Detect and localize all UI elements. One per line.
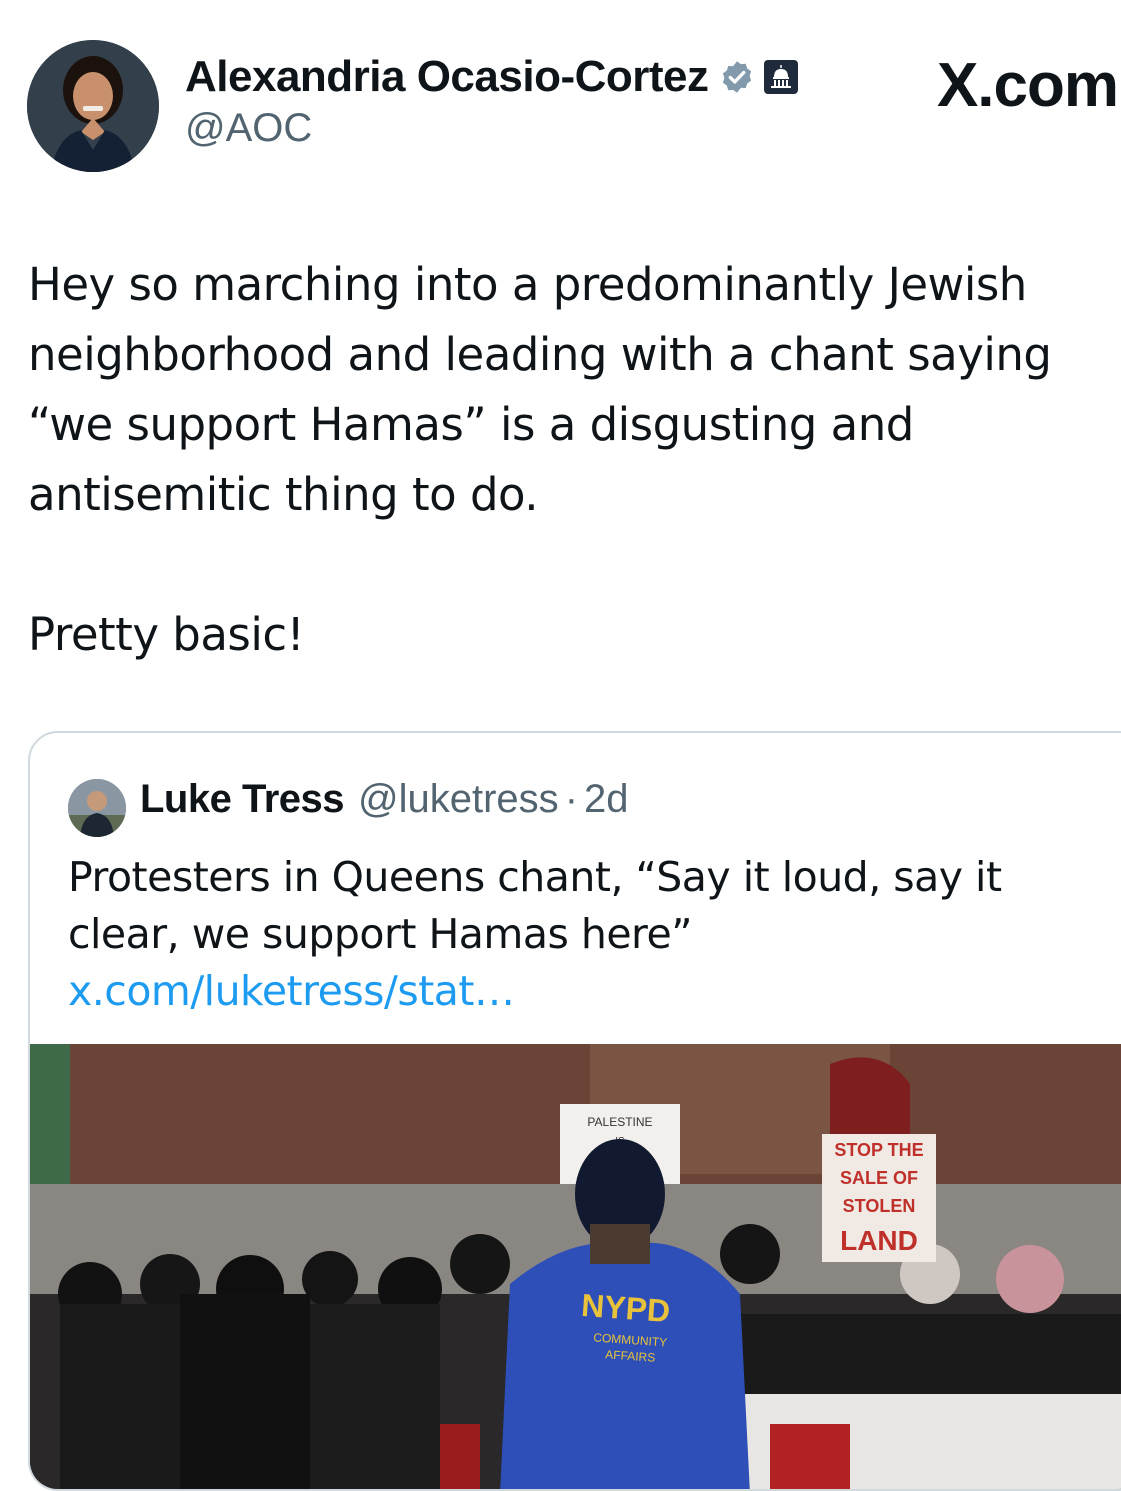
quoted-timestamp[interactable]: 2d bbox=[584, 777, 629, 822]
author-avatar[interactable] bbox=[27, 40, 159, 172]
media-sign-left: PALESTINE bbox=[587, 1115, 652, 1129]
quoted-text: Protesters in Queens chant, “Say it loud… bbox=[68, 853, 1002, 958]
svg-text:LAND: LAND bbox=[840, 1225, 918, 1256]
quoted-link[interactable]: x.com/luketress/stat… bbox=[68, 967, 515, 1015]
quoted-author-name[interactable]: Luke Tress bbox=[140, 777, 345, 822]
quoted-text-block: Protesters in Queens chant, “Say it loud… bbox=[68, 849, 1078, 1020]
svg-text:STOP THE: STOP THE bbox=[834, 1140, 923, 1160]
author-name-row: Alexandria Ocasio-Cortez bbox=[185, 52, 799, 102]
svg-text:SALE OF: SALE OF bbox=[840, 1168, 918, 1188]
verified-badge-icon bbox=[722, 61, 751, 93]
media-jacket-label: NYPD bbox=[580, 1287, 671, 1329]
quoted-separator: · bbox=[564, 777, 579, 821]
tweet-text: Hey so marching into a predominantly Jew… bbox=[28, 258, 1052, 661]
site-watermark: X.com bbox=[936, 51, 1119, 120]
government-capitol-badge-icon bbox=[763, 60, 798, 94]
quoted-author-avatar[interactable] bbox=[68, 779, 126, 837]
quoted-tweet-card[interactable]: Luke Tress @luketress · 2d Protesters in… bbox=[28, 731, 1121, 1491]
quoted-author-handle[interactable]: @luketress bbox=[358, 777, 559, 822]
author-name[interactable]: Alexandria Ocasio-Cortez bbox=[185, 52, 709, 102]
quoted-video-thumbnail[interactable]: PALESTINE IS STOP THE SALE OF STOLEN LAN… bbox=[30, 1044, 1121, 1489]
quoted-header: Luke Tress @luketress · 2d bbox=[140, 777, 629, 822]
author-handle[interactable]: @AOC bbox=[185, 106, 312, 151]
svg-text:STOLEN: STOLEN bbox=[843, 1196, 916, 1216]
